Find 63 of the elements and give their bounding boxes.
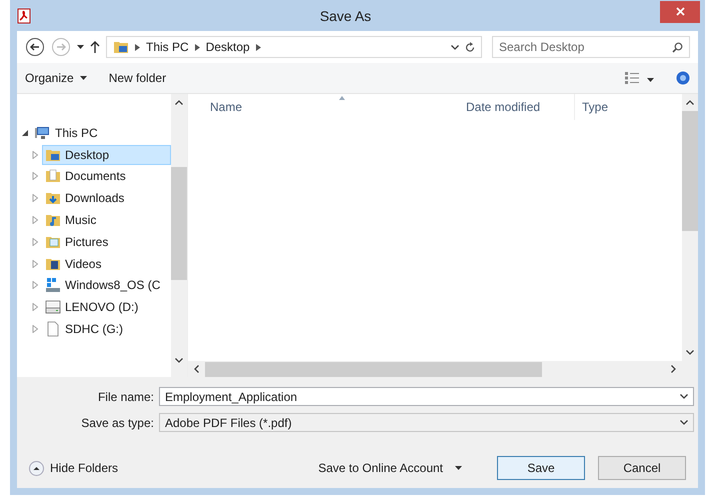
scroll-up-icon[interactable]	[686, 100, 694, 105]
back-button[interactable]	[25, 37, 45, 57]
tree-item[interactable]: SDHC (G:)	[42, 319, 171, 340]
window-title: Save As	[318, 8, 372, 24]
field-label: File name:	[96, 390, 154, 404]
hide-folders-button[interactable]: Hide Folders	[29, 460, 118, 476]
tree-item[interactable]: Downloads	[42, 188, 171, 208]
search-field[interactable]: Search Desktop	[492, 36, 690, 58]
cancel-button[interactable]: Cancel	[598, 456, 686, 480]
chevron-down-icon[interactable]	[680, 394, 688, 399]
save-button[interactable]: Save	[497, 456, 585, 480]
scroll-thumb[interactable]	[682, 111, 698, 231]
search-icon	[672, 42, 683, 52]
tree-item[interactable]: This PC	[32, 122, 171, 143]
scroll-thumb[interactable]	[171, 167, 187, 280]
tree-item[interactable]: Desktop	[42, 144, 171, 165]
scrollbar[interactable]	[188, 361, 698, 377]
file-name-field[interactable]: Employment_Application	[159, 387, 694, 406]
view-caret-icon	[647, 78, 654, 82]
organize-button[interactable]: Organize	[25, 71, 87, 85]
chevron-down-icon[interactable]	[451, 44, 459, 50]
caret-icon	[80, 76, 87, 80]
refresh-icon[interactable]	[465, 42, 475, 52]
column-header[interactable]: Name	[188, 94, 459, 120]
tree-item[interactable]: Pictures	[42, 232, 171, 252]
scroll-up-icon[interactable]	[175, 100, 183, 105]
pdf-icon	[17, 8, 31, 24]
online-account-button[interactable]: Save to Online Account	[318, 461, 462, 475]
scroll-thumb[interactable]	[205, 362, 542, 376]
sort-arrow-icon	[339, 96, 345, 100]
tree-item[interactable]: Videos	[42, 254, 171, 274]
chevron-right-icon[interactable]	[135, 44, 140, 50]
column-header[interactable]: Date modified	[459, 94, 575, 120]
scroll-down-icon[interactable]	[686, 350, 694, 355]
collapse-arrow-icon[interactable]	[21, 128, 29, 137]
tree-item[interactable]: Music	[42, 210, 171, 230]
field-label: Save as type:	[80, 416, 154, 430]
scrollbar[interactable]	[171, 94, 187, 377]
close-button[interactable]	[660, 0, 700, 22]
tree-item[interactable]: Documents	[42, 166, 171, 186]
new-folder-button[interactable]: New folder	[108, 71, 166, 85]
chevron-right-icon[interactable]	[194, 44, 200, 50]
chevron-right-icon[interactable]	[256, 44, 261, 50]
collapse-icon	[29, 460, 44, 476]
help-icon[interactable]	[676, 71, 690, 85]
address-bar[interactable]: This PC Desktop	[106, 36, 482, 58]
column-header[interactable]: Type	[575, 94, 682, 120]
scroll-left-icon[interactable]	[194, 365, 199, 373]
view-options-icon[interactable]	[625, 72, 639, 84]
breadcrumb-item[interactable]: Desktop	[206, 40, 250, 54]
caret-icon	[455, 466, 462, 470]
scrollbar[interactable]	[682, 94, 698, 361]
scroll-down-icon[interactable]	[175, 358, 183, 363]
breadcrumb-item[interactable]: This PC	[146, 40, 189, 54]
up-arrow-icon[interactable]	[90, 41, 100, 53]
chevron-down-icon[interactable]	[680, 420, 688, 425]
close-icon	[676, 7, 684, 16]
scroll-right-icon[interactable]	[671, 365, 676, 373]
tree-item[interactable]: LENOVO (D:)	[42, 297, 171, 318]
recent-locations-icon	[77, 45, 84, 49]
file-type-dropdown[interactable]: Adobe PDF Files (*.pdf)	[159, 413, 694, 432]
folder-icon	[113, 39, 129, 55]
tree-item[interactable]: Windows8_OS (C	[42, 275, 171, 296]
